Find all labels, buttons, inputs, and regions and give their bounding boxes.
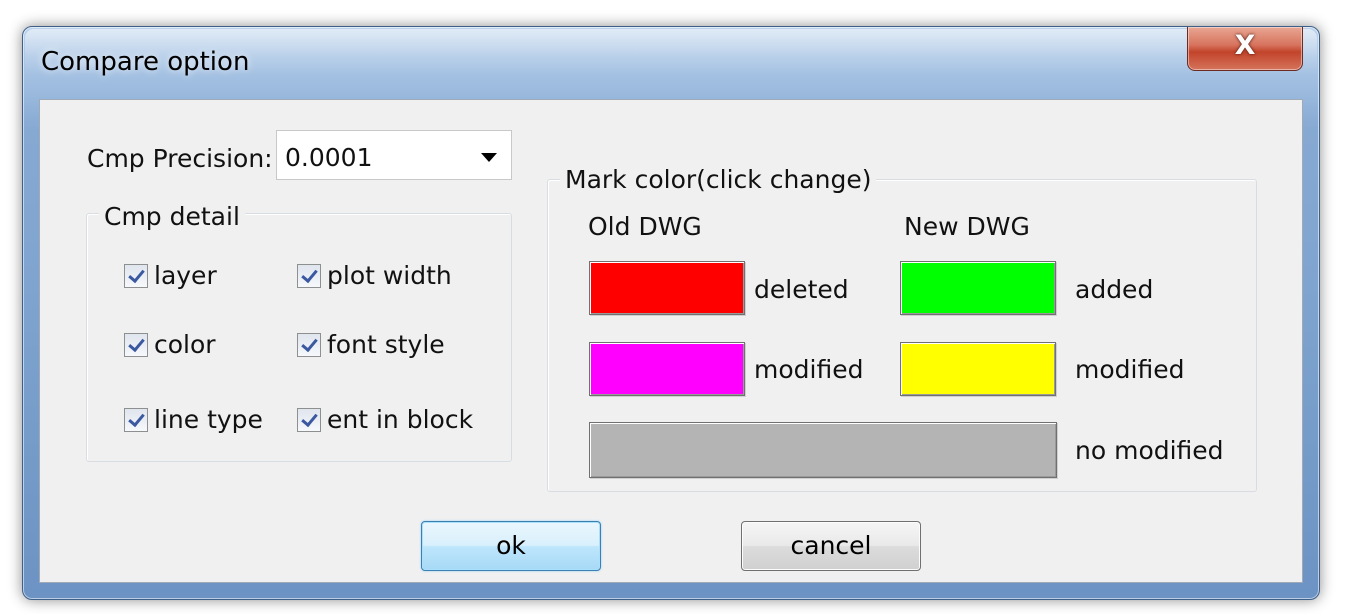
checkbox-label: line type: [154, 405, 263, 434]
precision-label: Cmp Precision:: [87, 144, 273, 173]
new-modified-label: modified: [1075, 355, 1185, 384]
checkbox-plot-width[interactable]: plot width: [297, 261, 452, 290]
cmp-detail-caption: Cmp detail: [99, 202, 245, 231]
checkbox-label: font style: [327, 330, 445, 359]
old-deleted-color-button[interactable]: [589, 261, 745, 315]
new-modified-color-button[interactable]: [900, 342, 1056, 396]
old-modified-label: modified: [754, 355, 864, 384]
chevron-down-icon[interactable]: [481, 153, 497, 162]
close-button[interactable]: X: [1187, 27, 1303, 71]
checkbox-label: color: [154, 330, 216, 359]
cancel-button[interactable]: cancel: [741, 521, 921, 571]
old-dwg-header: Old DWG: [588, 212, 702, 241]
checkbox-label: layer: [154, 261, 217, 290]
checkbox-checked-icon: [297, 263, 321, 288]
checkbox-checked-icon: [124, 407, 148, 432]
mark-color-caption: Mark color(click change): [560, 165, 877, 194]
close-icon: X: [1234, 30, 1256, 61]
dialog-client-area: Cmp Precision: 0.0001 Cmp detail layer p…: [39, 99, 1303, 583]
checkbox-checked-icon: [124, 263, 148, 288]
checkbox-layer[interactable]: layer: [124, 261, 217, 290]
precision-dropdown[interactable]: 0.0001: [276, 130, 512, 180]
checkbox-ent-in-block[interactable]: ent in block: [297, 405, 473, 434]
compare-option-dialog: Compare option X Cmp Precision: 0.0001 C…: [22, 26, 1320, 600]
old-deleted-label: deleted: [754, 275, 849, 304]
precision-value: 0.0001: [285, 143, 373, 172]
new-added-color-button[interactable]: [900, 261, 1056, 315]
old-modified-color-button[interactable]: [589, 342, 745, 396]
checkbox-checked-icon: [124, 332, 148, 357]
checkbox-label: plot width: [327, 261, 452, 290]
no-modified-label: no modified: [1075, 436, 1224, 465]
new-dwg-header: New DWG: [904, 212, 1030, 241]
checkbox-line-type[interactable]: line type: [124, 405, 263, 434]
ok-button[interactable]: ok: [421, 521, 601, 571]
checkbox-checked-icon: [297, 407, 321, 432]
checkbox-checked-icon: [297, 332, 321, 357]
no-modified-color-button[interactable]: [589, 422, 1057, 478]
dialog-title: Compare option: [41, 47, 250, 77]
checkbox-font-style[interactable]: font style: [297, 330, 445, 359]
checkbox-label: ent in block: [327, 405, 474, 434]
new-added-label: added: [1075, 275, 1154, 304]
checkbox-color[interactable]: color: [124, 330, 216, 359]
